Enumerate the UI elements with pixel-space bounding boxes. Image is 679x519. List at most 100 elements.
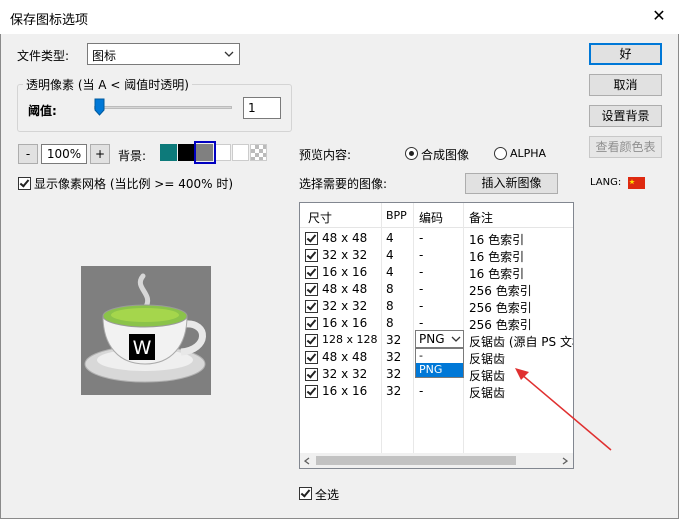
insert-image-button[interactable]: 插入新图像 bbox=[465, 173, 558, 194]
row-checkbox[interactable] bbox=[305, 300, 318, 313]
cell-size: 48 x 48 bbox=[322, 282, 368, 296]
ok-button[interactable]: 好 bbox=[589, 43, 662, 65]
cell-size: 48 x 48 bbox=[322, 350, 368, 364]
cell-note: 16 色索引 bbox=[469, 250, 525, 264]
select-all-label: 全选 bbox=[315, 488, 340, 502]
cell-encoding: - bbox=[419, 316, 424, 330]
check-mark-icon bbox=[306, 266, 317, 277]
cell-bpp: 32 bbox=[386, 333, 402, 347]
bg-swatch-white[interactable] bbox=[214, 144, 231, 161]
radio-composite[interactable] bbox=[405, 147, 418, 160]
cell-note: 256 色索引 bbox=[469, 301, 532, 315]
bg-swatch-black[interactable] bbox=[178, 144, 195, 161]
cell-bpp: 32 bbox=[386, 350, 402, 364]
row-checkbox[interactable] bbox=[305, 283, 318, 296]
show-grid-checkbox[interactable] bbox=[18, 177, 31, 190]
cell-size: 16 x 16 bbox=[322, 316, 368, 330]
cell-size: 16 x 16 bbox=[322, 265, 368, 279]
view-color-table-button: 查看颜色表 bbox=[589, 136, 662, 158]
threshold-input[interactable]: 1 bbox=[243, 97, 281, 119]
threshold-slider-track[interactable] bbox=[94, 106, 232, 109]
row-checkbox[interactable] bbox=[305, 385, 318, 398]
bg-swatch-checker[interactable] bbox=[250, 144, 267, 161]
cell-encoding: - bbox=[419, 248, 424, 262]
select-images-label: 选择需要的图像: bbox=[299, 177, 388, 191]
row-checkbox[interactable] bbox=[305, 351, 318, 364]
row-checkbox[interactable] bbox=[305, 249, 318, 262]
close-icon[interactable]: ✕ bbox=[647, 5, 671, 27]
chevron-down-icon bbox=[451, 336, 461, 342]
encoding-option-png[interactable]: PNG bbox=[416, 363, 463, 377]
check-mark-icon bbox=[19, 177, 30, 188]
col-header-bpp[interactable]: BPP bbox=[386, 209, 407, 222]
background-label: 背景: bbox=[118, 149, 147, 163]
set-background-button[interactable]: 设置背景 bbox=[589, 105, 662, 127]
list-header: 尺寸 BPP 编码 备注 bbox=[300, 203, 573, 228]
preview-content-label: 预览内容: bbox=[299, 148, 352, 162]
scroll-right-icon[interactable] bbox=[562, 457, 568, 465]
scroll-left-icon[interactable] bbox=[304, 457, 310, 465]
cell-bpp: 8 bbox=[386, 282, 394, 296]
check-mark-icon bbox=[306, 283, 317, 294]
scroll-thumb[interactable] bbox=[316, 456, 516, 465]
check-mark-icon bbox=[306, 300, 317, 311]
cell-note: 16 色索引 bbox=[469, 267, 525, 281]
threshold-label: 阈值: bbox=[28, 104, 57, 118]
cancel-button[interactable]: 取消 bbox=[589, 74, 662, 96]
encoding-option-none[interactable]: - bbox=[416, 349, 463, 363]
transparency-group-label: 透明像素 (当 A < 阈值时透明) bbox=[23, 76, 192, 93]
table-row[interactable]: 16 x 16 4 - 16 色索引 bbox=[300, 264, 573, 281]
cup-letter: W bbox=[133, 337, 152, 359]
radio-alpha-label: ALPHA bbox=[510, 147, 547, 160]
file-type-label: 文件类型: bbox=[17, 49, 70, 63]
file-type-value: 图标 bbox=[92, 49, 117, 63]
file-type-select[interactable]: 图标 bbox=[87, 43, 240, 65]
col-header-encoding[interactable]: 编码 bbox=[419, 209, 443, 226]
cell-size: 32 x 32 bbox=[322, 367, 368, 381]
bg-swatch-teal[interactable] bbox=[160, 144, 177, 161]
table-row[interactable]: 48 x 48 8 - 256 色索引 bbox=[300, 281, 573, 298]
cn-flag-icon[interactable] bbox=[628, 177, 645, 189]
cell-note: 16 色索引 bbox=[469, 233, 525, 247]
radio-alpha[interactable] bbox=[494, 147, 507, 160]
row-checkbox[interactable] bbox=[305, 317, 318, 330]
cell-encoding: - bbox=[419, 299, 424, 313]
radio-composite-label: 合成图像 bbox=[421, 148, 470, 162]
col-header-size[interactable]: 尺寸 bbox=[308, 209, 332, 226]
col-header-note[interactable]: 备注 bbox=[469, 209, 493, 226]
check-mark-icon bbox=[300, 487, 311, 498]
cell-bpp: 4 bbox=[386, 265, 394, 279]
cell-bpp: 4 bbox=[386, 231, 394, 245]
annotation-arrow bbox=[515, 368, 612, 451]
check-mark-icon bbox=[306, 334, 317, 345]
cell-encoding: - bbox=[419, 265, 424, 279]
zoom-in-button[interactable]: + bbox=[90, 144, 110, 164]
select-all-checkbox[interactable] bbox=[299, 487, 312, 500]
table-row[interactable]: 48 x 48 4 - 16 色索引 bbox=[300, 230, 573, 247]
table-row[interactable]: 32 x 32 8 - 256 色索引 bbox=[300, 298, 573, 315]
horizontal-scrollbar[interactable] bbox=[300, 453, 573, 468]
chevron-down-icon bbox=[224, 51, 234, 57]
cell-note: 256 色索引 bbox=[469, 318, 532, 332]
threshold-slider-thumb[interactable] bbox=[94, 98, 105, 116]
row-checkbox[interactable] bbox=[305, 334, 318, 347]
table-row[interactable]: 32 x 32 4 - 16 色索引 bbox=[300, 247, 573, 264]
row-checkbox[interactable] bbox=[305, 368, 318, 381]
cell-size: 128 x 128 ! bbox=[322, 333, 380, 346]
cell-size: 16 x 16 bbox=[322, 384, 368, 398]
preview-image: W bbox=[81, 266, 211, 395]
encoding-select-value: PNG bbox=[419, 332, 445, 346]
bg-swatch-white-2[interactable] bbox=[232, 144, 249, 161]
window-title: 保存图标选项 bbox=[10, 13, 89, 28]
cell-size: 32 x 32 bbox=[322, 248, 368, 262]
row-checkbox[interactable] bbox=[305, 266, 318, 279]
lang-label: LANG: bbox=[590, 177, 622, 188]
row-checkbox[interactable] bbox=[305, 232, 318, 245]
encoding-select[interactable]: PNG bbox=[415, 330, 464, 348]
check-mark-icon bbox=[306, 249, 317, 260]
cell-note: 反锯齿 (源自 PS 文档 bbox=[469, 335, 574, 349]
bg-swatch-selection bbox=[194, 141, 216, 164]
cell-bpp: 32 bbox=[386, 384, 402, 398]
zoom-out-button[interactable]: - bbox=[18, 144, 38, 164]
zoom-input[interactable]: 100% bbox=[41, 144, 87, 164]
